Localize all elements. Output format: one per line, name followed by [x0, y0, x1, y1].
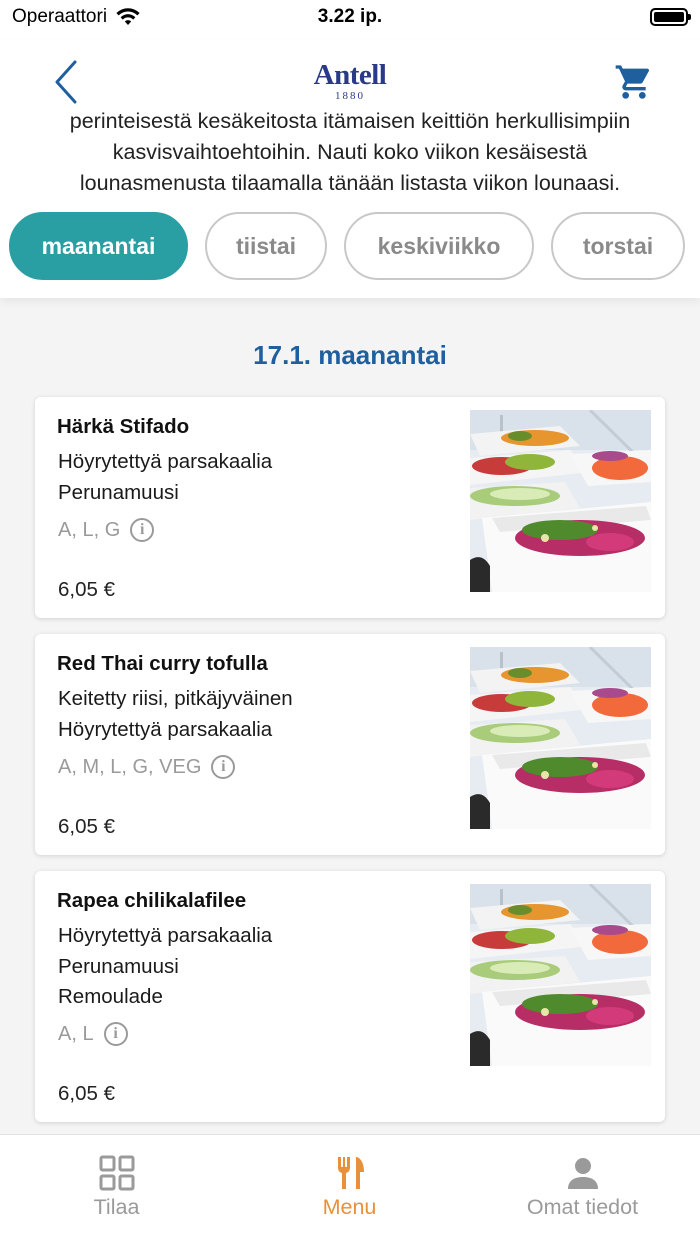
status-bar: Operaattori 3.22 ip. [0, 0, 700, 40]
dish-price: 6,05 € [58, 1082, 115, 1105]
nav-menu[interactable]: Menu [233, 1135, 466, 1225]
tab-torstai[interactable]: torstai [551, 212, 685, 280]
intro-line: kasvisvaihtoehtoihin. Nauti koko viikon … [112, 140, 588, 164]
dish-side: Höyrytettyä parsakaalia [58, 924, 273, 947]
app: Operaattori 3.22 ip. Antell 1880 perinte… [0, 0, 700, 1244]
dish-allergens: A, L i [58, 1022, 128, 1046]
food-photo [470, 647, 651, 829]
dish-allergens: A, M, L, G, VEG i [58, 755, 236, 779]
cart-button[interactable] [614, 62, 654, 102]
intro-text: perinteisestä kesäkeitosta itämaisen kei… [20, 106, 680, 199]
allergen-codes: A, L, G [58, 518, 121, 541]
day-tabs: maanantai tiistai keskiviikko torstai [9, 212, 685, 282]
chevron-left-icon [55, 60, 77, 104]
dish-image [470, 410, 651, 592]
food-photo [470, 884, 651, 1066]
dish-sides: Keitetty riisi, pitkäjyväinen Höyrytetty… [58, 684, 293, 745]
dish-title: Red Thai curry tofulla [57, 652, 268, 675]
dish-side: Höyrytettyä parsakaalia [58, 450, 273, 473]
allergen-codes: A, L [58, 1022, 94, 1045]
info-icon[interactable]: i [211, 755, 236, 779]
intro-line: lounasmenusta tilaamalla tänään listasta… [79, 171, 621, 195]
dish-side: Höyrytettyä parsakaalia [58, 717, 273, 741]
dish-side: Remoulade [58, 985, 163, 1008]
dish-side: Perunamuusi [58, 954, 179, 978]
person-icon [567, 1158, 598, 1189]
dish-price: 6,05 € [58, 578, 115, 601]
nav-tilaa[interactable]: Tilaa [0, 1135, 233, 1225]
cart-icon [615, 65, 650, 99]
nav-omat-tiedot[interactable]: Omat tiedot [466, 1135, 699, 1225]
grid-icon [99, 1155, 134, 1191]
dish-sides: Höyrytettyä parsakaalia Perunamuusi [58, 447, 272, 508]
dish-card[interactable]: Red Thai curry tofulla Keitetty riisi, p… [35, 634, 665, 855]
bottom-nav: Tilaa Menu Omat tiedot [0, 1134, 700, 1244]
dish-allergens: A, L, G i [58, 518, 155, 542]
tab-keskiviikko[interactable]: keskiviikko [344, 212, 534, 280]
battery-icon [650, 8, 691, 26]
dish-side: Keitetty riisi, pitkäjyväinen [58, 687, 293, 710]
intro-line: perinteisestä kesäkeitosta itämaisen kei… [69, 109, 631, 133]
dish-title: Härkä Stifado [57, 415, 190, 438]
back-button[interactable] [46, 58, 86, 106]
dish-sides: Höyrytettyä parsakaalia Perunamuusi Remo… [58, 921, 272, 1013]
date-heading: 17.1. maanantai [253, 340, 447, 370]
dish-card[interactable]: Härkä Stifado Höyrytettyä parsakaalia Pe… [35, 397, 665, 618]
logo: Antell 1880 [300, 60, 400, 102]
info-icon[interactable]: i [103, 1022, 128, 1046]
tab-tiistai[interactable]: tiistai [205, 212, 327, 280]
fork-knife-icon [337, 1157, 364, 1189]
food-photo [470, 410, 651, 592]
dish-side: Perunamuusi [58, 480, 179, 504]
nav-label: Omat tiedot [526, 1195, 639, 1219]
logo-name: Antell [313, 59, 387, 91]
info-icon[interactable]: i [130, 518, 155, 542]
nav-label: Tilaa [93, 1195, 140, 1219]
header: Antell 1880 perinteisestä kesäkeitosta i… [0, 40, 700, 298]
dish-image [470, 884, 651, 1066]
menu-content[interactable]: 17.1. maanantai Härkä Stifado Höyrytetty… [0, 298, 700, 1134]
dish-image [470, 647, 651, 829]
dish-title: Rapea chilikalafilee [57, 889, 247, 912]
status-time: 3.22 ip. [317, 6, 383, 27]
dish-card[interactable]: Rapea chilikalafilee Höyrytettyä parsaka… [35, 871, 665, 1122]
dish-price: 6,05 € [58, 815, 115, 838]
nav-label: Menu [322, 1195, 377, 1219]
logo-year: 1880 [335, 90, 365, 102]
allergen-codes: A, M, L, G, VEG [58, 755, 202, 778]
tab-maanantai[interactable]: maanantai [9, 212, 188, 280]
